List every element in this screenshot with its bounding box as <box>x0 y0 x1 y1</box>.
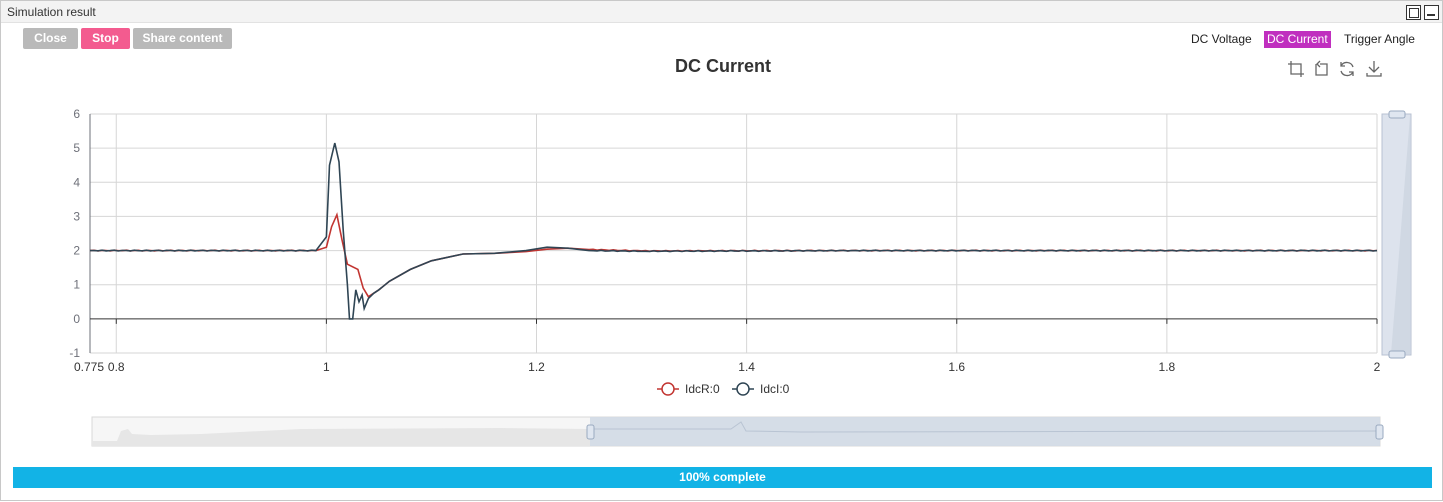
x-zoom-slider[interactable] <box>91 416 1384 447</box>
y-slider-top-handle <box>1388 110 1406 119</box>
x-tick-label: 0.775 <box>74 360 104 374</box>
y-tick-label: 2 <box>73 244 80 258</box>
chart-series <box>89 142 1378 320</box>
x-tick-label: 2 <box>1374 360 1381 374</box>
y-tick-label: 6 <box>73 107 80 121</box>
x-tick-label: 1 <box>323 360 330 374</box>
x-tick-label: 1.8 <box>1159 360 1176 374</box>
dc-current-chart: -101234560.775 0.8 1 1.2 1.4 1.6 1.8 2 IdcR:0 Id… <box>69 107 1412 447</box>
y-tick-label: 3 <box>73 209 80 223</box>
y-slider-bottom-handle <box>1388 350 1406 359</box>
y-tick-label: 1 <box>73 278 80 292</box>
y-tick-label: 0 <box>73 312 80 326</box>
legend-marker <box>736 382 750 396</box>
simulation-result-window: Simulation result Close Stop Share conte… <box>0 0 1443 501</box>
y-tick-label: -1 <box>69 346 80 360</box>
x-tick-label: 1.4 <box>738 360 755 374</box>
x-slider-right-handle <box>1375 424 1384 440</box>
x-slider-left-handle <box>586 424 595 440</box>
x-tick-label: 0.8 <box>108 360 125 374</box>
y-zoom-slider[interactable] <box>1381 110 1412 359</box>
y-tick-label: 4 <box>73 175 80 189</box>
x-tick-label: 1.6 <box>948 360 965 374</box>
chart-axes: -1 0 1 2 3 4 5 6 0.775 0.8 1 1.2 1.4 1.6 1.8 2 <box>69 107 1380 374</box>
chart-legend[interactable]: IdcR:0 IdcI:0 <box>657 382 790 396</box>
y-tick-label: 5 <box>73 141 80 155</box>
legend-label: IdcI:0 <box>760 382 790 396</box>
progress-bar: 100% complete <box>13 467 1432 488</box>
series-line-idci-0 <box>90 142 1378 320</box>
chart-grid <box>90 113 1378 354</box>
legend-marker <box>661 382 675 396</box>
x-tick-label: 1.2 <box>528 360 545 374</box>
legend-label: IdcR:0 <box>685 382 720 396</box>
